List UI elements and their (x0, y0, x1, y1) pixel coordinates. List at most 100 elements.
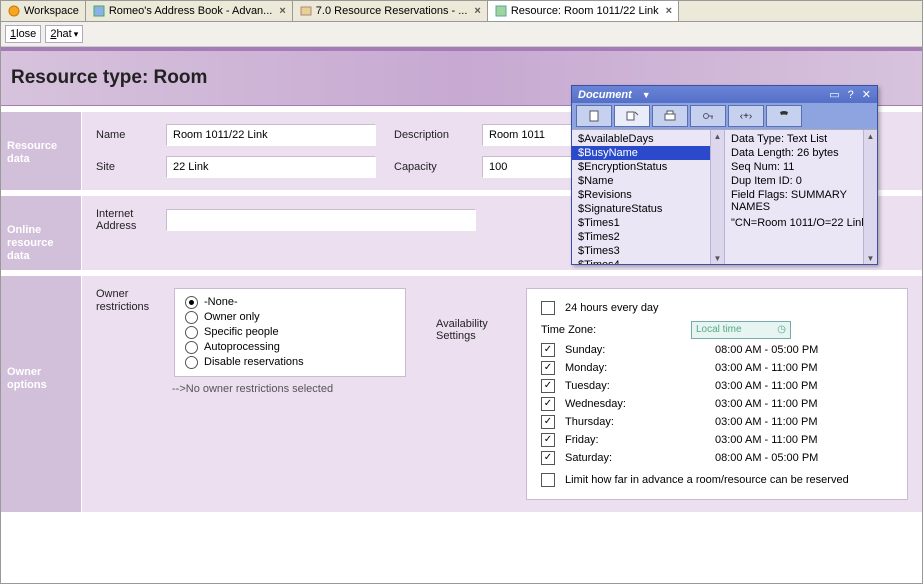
site-label: Site (96, 161, 158, 173)
day-hours: 03:00 AM - 11:00 PM (715, 416, 818, 428)
document-properties-panel[interactable]: Document ▼ ▭ ? ✕ ‹+› $AvailableDays$Busy… (571, 85, 878, 265)
checkbox-day[interactable] (541, 379, 555, 393)
checkbox-24h-label: 24 hours every day (565, 302, 659, 314)
radio-icon (185, 311, 198, 324)
scroll-down-icon[interactable]: ▼ (864, 252, 877, 264)
doc-tool-page[interactable] (576, 105, 612, 127)
scrollbar[interactable]: ▲▼ (710, 130, 724, 264)
checkbox-day[interactable] (541, 433, 555, 447)
day-name: Monday: (565, 362, 645, 374)
checkbox-day[interactable] (541, 415, 555, 429)
chat-button[interactable]: 2hat▾ (45, 25, 83, 43)
radio-icon (185, 296, 198, 309)
doc-field-item[interactable]: $Times4 (572, 258, 724, 264)
scroll-up-icon[interactable]: ▲ (864, 130, 877, 142)
scroll-down-icon[interactable]: ▼ (711, 252, 724, 264)
book-icon (92, 4, 106, 18)
doc-tool-print[interactable] (652, 105, 688, 127)
checkbox-day[interactable] (541, 361, 555, 375)
checkbox-day[interactable] (541, 343, 555, 357)
availability-day-row: Thursday: 03:00 AM - 11:00 PM (541, 413, 893, 431)
doc-field-item[interactable]: $Times1 (572, 216, 724, 230)
availability-box: 24 hours every day Time Zone: Local time… (526, 288, 908, 500)
doc-field-item[interactable]: $Times3 (572, 244, 724, 258)
radio-none[interactable]: -None- (185, 295, 395, 310)
doc-fields-list[interactable]: $AvailableDays$BusyName$EncryptionStatus… (572, 130, 724, 264)
internet-address-label: Internet Address (96, 208, 158, 232)
availability-settings-label: Availability Settings (436, 318, 516, 500)
doc-field-item[interactable]: $Name (572, 174, 724, 188)
tab-label: Romeo's Address Book - Advan... (109, 5, 273, 17)
clock-icon: ◷ (777, 324, 786, 335)
doc-panel-toolbar: ‹+› (572, 103, 877, 129)
doc-panel-titlebar[interactable]: Document ▼ ▭ ? ✕ (572, 86, 877, 103)
window-tabs: Workspace Romeo's Address Book - Advan..… (1, 1, 922, 22)
day-hours: 03:00 AM - 11:00 PM (715, 380, 818, 392)
doc-field-item[interactable]: $EncryptionStatus (572, 160, 724, 174)
day-name: Tuesday: (565, 380, 645, 392)
radio-owner-only[interactable]: Owner only (185, 310, 395, 325)
checkbox-24h[interactable] (541, 301, 555, 315)
owner-restrictions-label: Owner restrictions (96, 288, 166, 314)
doc-tool-key[interactable] (690, 105, 726, 127)
close-button[interactable]: 1lose (5, 25, 41, 43)
name-field[interactable] (166, 124, 376, 146)
day-hours: 03:00 AM - 11:00 PM (715, 434, 818, 446)
doc-field-item[interactable]: $BusyName (572, 146, 724, 160)
tab-resource-room[interactable]: Resource: Room 1011/22 Link × (488, 1, 679, 21)
doc-field-info: Data Type: Text ListData Length: 26 byte… (724, 130, 877, 264)
doc-info-line: "CN=Room 1011/O=22 Link" (725, 216, 877, 230)
doc-field-item[interactable]: $SignatureStatus (572, 202, 724, 216)
day-name: Thursday: (565, 416, 645, 428)
checkbox-day[interactable] (541, 397, 555, 411)
site-field[interactable] (166, 156, 376, 178)
doc-field-item[interactable]: $Revisions (572, 188, 724, 202)
doc-info-line: Field Flags: SUMMARY NAMES (725, 188, 877, 214)
availability-day-row: Friday:03:00 AM - 11:00 PM (541, 431, 893, 449)
close-icon[interactable]: × (666, 5, 672, 17)
checkbox-day[interactable] (541, 451, 555, 465)
timezone-label: Time Zone: (541, 324, 621, 336)
tab-reservations[interactable]: 7.0 Resource Reservations - ... × (293, 1, 488, 21)
page-title: Resource type: Room (11, 67, 207, 89)
close-icon[interactable]: × (279, 5, 285, 17)
section-owner-options: Owner options Owner restrictions -None- … (1, 276, 922, 512)
radio-disable-reservations[interactable]: Disable reservations (185, 355, 395, 370)
internet-address-field[interactable] (166, 209, 476, 231)
scroll-up-icon[interactable]: ▲ (711, 130, 724, 142)
radio-specific-people[interactable]: Specific people (185, 325, 395, 340)
checkbox-limit-advance[interactable] (541, 473, 555, 487)
day-hours: 03:00 AM - 11:00 PM (715, 362, 818, 374)
doc-info-line: Data Type: Text List (725, 132, 877, 146)
close-icon[interactable]: × (474, 5, 480, 17)
timezone-field[interactable]: Local time◷ (691, 321, 791, 339)
radio-autoprocessing[interactable]: Autoprocessing (185, 340, 395, 355)
radio-icon (185, 356, 198, 369)
doc-field-item[interactable]: $Times2 (572, 230, 724, 244)
room-icon (494, 4, 508, 18)
tab-address-book[interactable]: Romeo's Address Book - Advan... × (86, 1, 293, 21)
chevron-down-icon: ▾ (74, 29, 79, 40)
resource-icon (299, 4, 313, 18)
help-icon[interactable]: ? (848, 89, 854, 101)
tab-label: 7.0 Resource Reservations - ... (316, 5, 468, 17)
doc-info-line: Seq Num: 11 (725, 160, 877, 174)
doc-tool-fields[interactable] (614, 105, 650, 127)
day-hours: 08:00 AM - 05:00 PM (715, 344, 818, 356)
action-bar: 1lose 2hat▾ (1, 22, 922, 47)
tab-workspace[interactable]: Workspace (1, 1, 86, 21)
chevron-down-icon[interactable]: ▼ (642, 90, 651, 100)
section-label: Owner options (1, 276, 82, 512)
doc-field-item[interactable]: $AvailableDays (572, 132, 724, 146)
doc-tool-phone[interactable] (766, 105, 802, 127)
radio-icon (185, 341, 198, 354)
scrollbar[interactable]: ▲▼ (863, 130, 877, 264)
doc-info-line: Data Length: 26 bytes (725, 146, 877, 160)
owner-restrictions-group: -None- Owner only Specific people Autopr… (174, 288, 406, 377)
doc-panel-title: Document (578, 89, 632, 101)
day-hours: 08:00 AM - 05:00 PM (715, 452, 818, 464)
tab-label: Resource: Room 1011/22 Link (511, 5, 659, 17)
minimize-icon[interactable]: ▭ (829, 88, 839, 101)
close-icon[interactable]: ✕ (862, 88, 871, 101)
doc-tool-ref[interactable]: ‹+› (728, 105, 764, 127)
